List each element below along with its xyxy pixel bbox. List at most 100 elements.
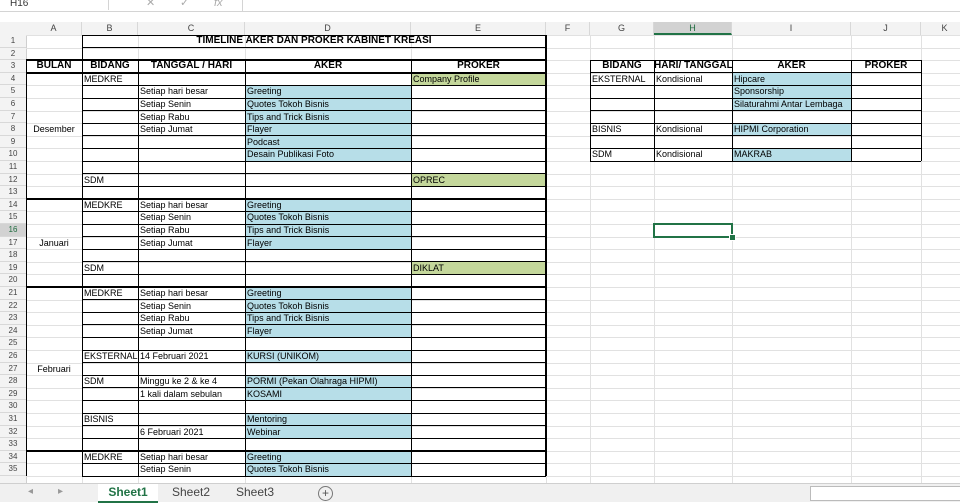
right-header-aker: AKER xyxy=(777,60,806,72)
aker-cell: Webinar xyxy=(247,426,281,437)
cancel-icon[interactable]: ✕ xyxy=(146,0,155,10)
border-group xyxy=(26,286,546,288)
sheet-tab-1[interactable]: Sheet1 xyxy=(98,484,158,503)
tanggal-cell: Setiap Rabu xyxy=(140,225,190,235)
worksheet-grid[interactable]: TIMELINE AKER DAN PROKER KABINET KREASI B… xyxy=(26,35,960,483)
fill-handle[interactable] xyxy=(729,233,736,241)
column-header-g[interactable]: G xyxy=(590,22,654,35)
row-header-14[interactable]: 14 xyxy=(0,199,26,212)
border-h xyxy=(82,122,546,124)
name-box[interactable]: H16 xyxy=(0,0,109,10)
row-header-15[interactable]: 15 xyxy=(0,211,26,224)
row-header-28[interactable]: 28 xyxy=(0,375,26,388)
border-h xyxy=(82,362,546,364)
right-aker-cell: Sponsorship xyxy=(734,86,785,97)
border-h xyxy=(82,412,546,414)
row-header-27[interactable]: 27 xyxy=(0,363,26,376)
row-header-35[interactable]: 35 xyxy=(0,463,26,476)
formula-input[interactable] xyxy=(242,0,960,11)
row-header-29[interactable]: 29 xyxy=(0,388,26,401)
row-header-9[interactable]: 9 xyxy=(0,136,26,149)
sheet-tab-2[interactable]: Sheet2 xyxy=(162,484,220,501)
column-header-h[interactable]: H xyxy=(654,22,732,35)
row-header-33[interactable]: 33 xyxy=(0,438,26,451)
bidang-cell: MEDKRE xyxy=(84,288,123,298)
row-header-31[interactable]: 31 xyxy=(0,413,26,426)
row-header-4[interactable]: 4 xyxy=(0,73,26,86)
enter-icon[interactable]: ✓ xyxy=(180,0,189,10)
column-header-f[interactable]: F xyxy=(546,22,590,35)
horizontal-scrollbar[interactable] xyxy=(810,486,960,501)
column-header-e[interactable]: E xyxy=(411,22,546,35)
column-header-i[interactable]: I xyxy=(732,22,851,35)
add-sheet-button[interactable]: + xyxy=(318,486,333,501)
row-header-18[interactable]: 18 xyxy=(0,249,26,262)
aker-cell: Tips and Trick Bisnis xyxy=(247,225,330,235)
right-border-h xyxy=(590,59,921,61)
row-header-30[interactable]: 30 xyxy=(0,400,26,413)
border-h xyxy=(82,399,546,401)
row-header-7[interactable]: 7 xyxy=(0,111,26,124)
row-header-13[interactable]: 13 xyxy=(0,186,26,199)
bidang-cell: MEDKRE xyxy=(84,199,123,210)
row-header-11[interactable]: 11 xyxy=(0,161,26,174)
column-header-d[interactable]: D xyxy=(245,22,411,35)
prev-sheet-icon[interactable]: ◂ xyxy=(28,486,33,497)
sheet-tab-3[interactable]: Sheet3 xyxy=(226,484,284,501)
tanggal-cell: Minggu ke 2 & ke 4 xyxy=(140,376,218,387)
row-header-17[interactable]: 17 xyxy=(0,237,26,250)
column-header-k[interactable]: K xyxy=(921,22,960,35)
right-border-h xyxy=(590,110,921,112)
right-border-h xyxy=(590,97,921,99)
column-header-a[interactable]: A xyxy=(26,22,82,35)
column-header-c[interactable]: C xyxy=(138,22,245,35)
row-header-32[interactable]: 32 xyxy=(0,426,26,439)
border-h xyxy=(82,185,546,187)
border-h xyxy=(82,147,546,149)
right-border-v xyxy=(920,60,922,161)
right-border-v xyxy=(653,60,655,161)
row-header-1[interactable]: 1 xyxy=(0,35,26,48)
aker-cell: Quotes Tokoh Bisnis xyxy=(247,300,329,311)
border-h xyxy=(82,210,546,212)
row-header-6[interactable]: 6 xyxy=(0,98,26,111)
next-sheet-icon[interactable]: ▸ xyxy=(58,486,63,497)
row-header-2[interactable]: 2 xyxy=(0,48,26,61)
aker-cell: Desain Publikasi Foto xyxy=(247,149,335,160)
row-header-19[interactable]: 19 xyxy=(0,262,26,275)
active-cell-selection[interactable] xyxy=(653,223,733,238)
proker-cell: DIKLAT xyxy=(413,262,444,273)
right-aker-cell: MAKRAB xyxy=(734,149,773,160)
right-border-v xyxy=(589,60,591,161)
border-v xyxy=(244,60,246,476)
row-header-10[interactable]: 10 xyxy=(0,148,26,161)
row-header-8[interactable]: 8 xyxy=(0,123,26,136)
row-header-23[interactable]: 23 xyxy=(0,312,26,325)
row-header-3[interactable]: 3 xyxy=(0,60,26,73)
right-bidang-cell: EKSTERNAL xyxy=(592,73,646,84)
column-header-j[interactable]: J xyxy=(851,22,921,35)
column-header-b[interactable]: B xyxy=(82,22,138,35)
row-header-26[interactable]: 26 xyxy=(0,350,26,363)
bidang-cell: SDM xyxy=(84,376,104,387)
row-header-20[interactable]: 20 xyxy=(0,274,26,287)
right-border-h xyxy=(590,147,921,149)
row-header-16[interactable]: 16 xyxy=(0,224,26,237)
aker-cell: Greeting xyxy=(247,451,282,462)
row-header-24[interactable]: 24 xyxy=(0,325,26,338)
row-header-22[interactable]: 22 xyxy=(0,300,26,313)
row-header-12[interactable]: 12 xyxy=(0,174,26,187)
border-h xyxy=(82,248,546,250)
aker-cell: Flayer xyxy=(247,124,273,135)
border-h xyxy=(82,374,546,376)
row-header-5[interactable]: 5 xyxy=(0,85,26,98)
row-header-21[interactable]: 21 xyxy=(0,287,26,300)
column-headers: ABCDEFGHIJK xyxy=(0,22,960,36)
function-icon[interactable]: fx xyxy=(214,0,223,10)
tanggal-cell: Setiap Senin xyxy=(140,464,192,475)
row-header-34[interactable]: 34 xyxy=(0,451,26,464)
border-h xyxy=(82,324,546,326)
row-header-25[interactable]: 25 xyxy=(0,337,26,350)
right-header-proker: PROKER xyxy=(864,60,908,72)
bidang-cell: BISNIS xyxy=(84,414,114,424)
